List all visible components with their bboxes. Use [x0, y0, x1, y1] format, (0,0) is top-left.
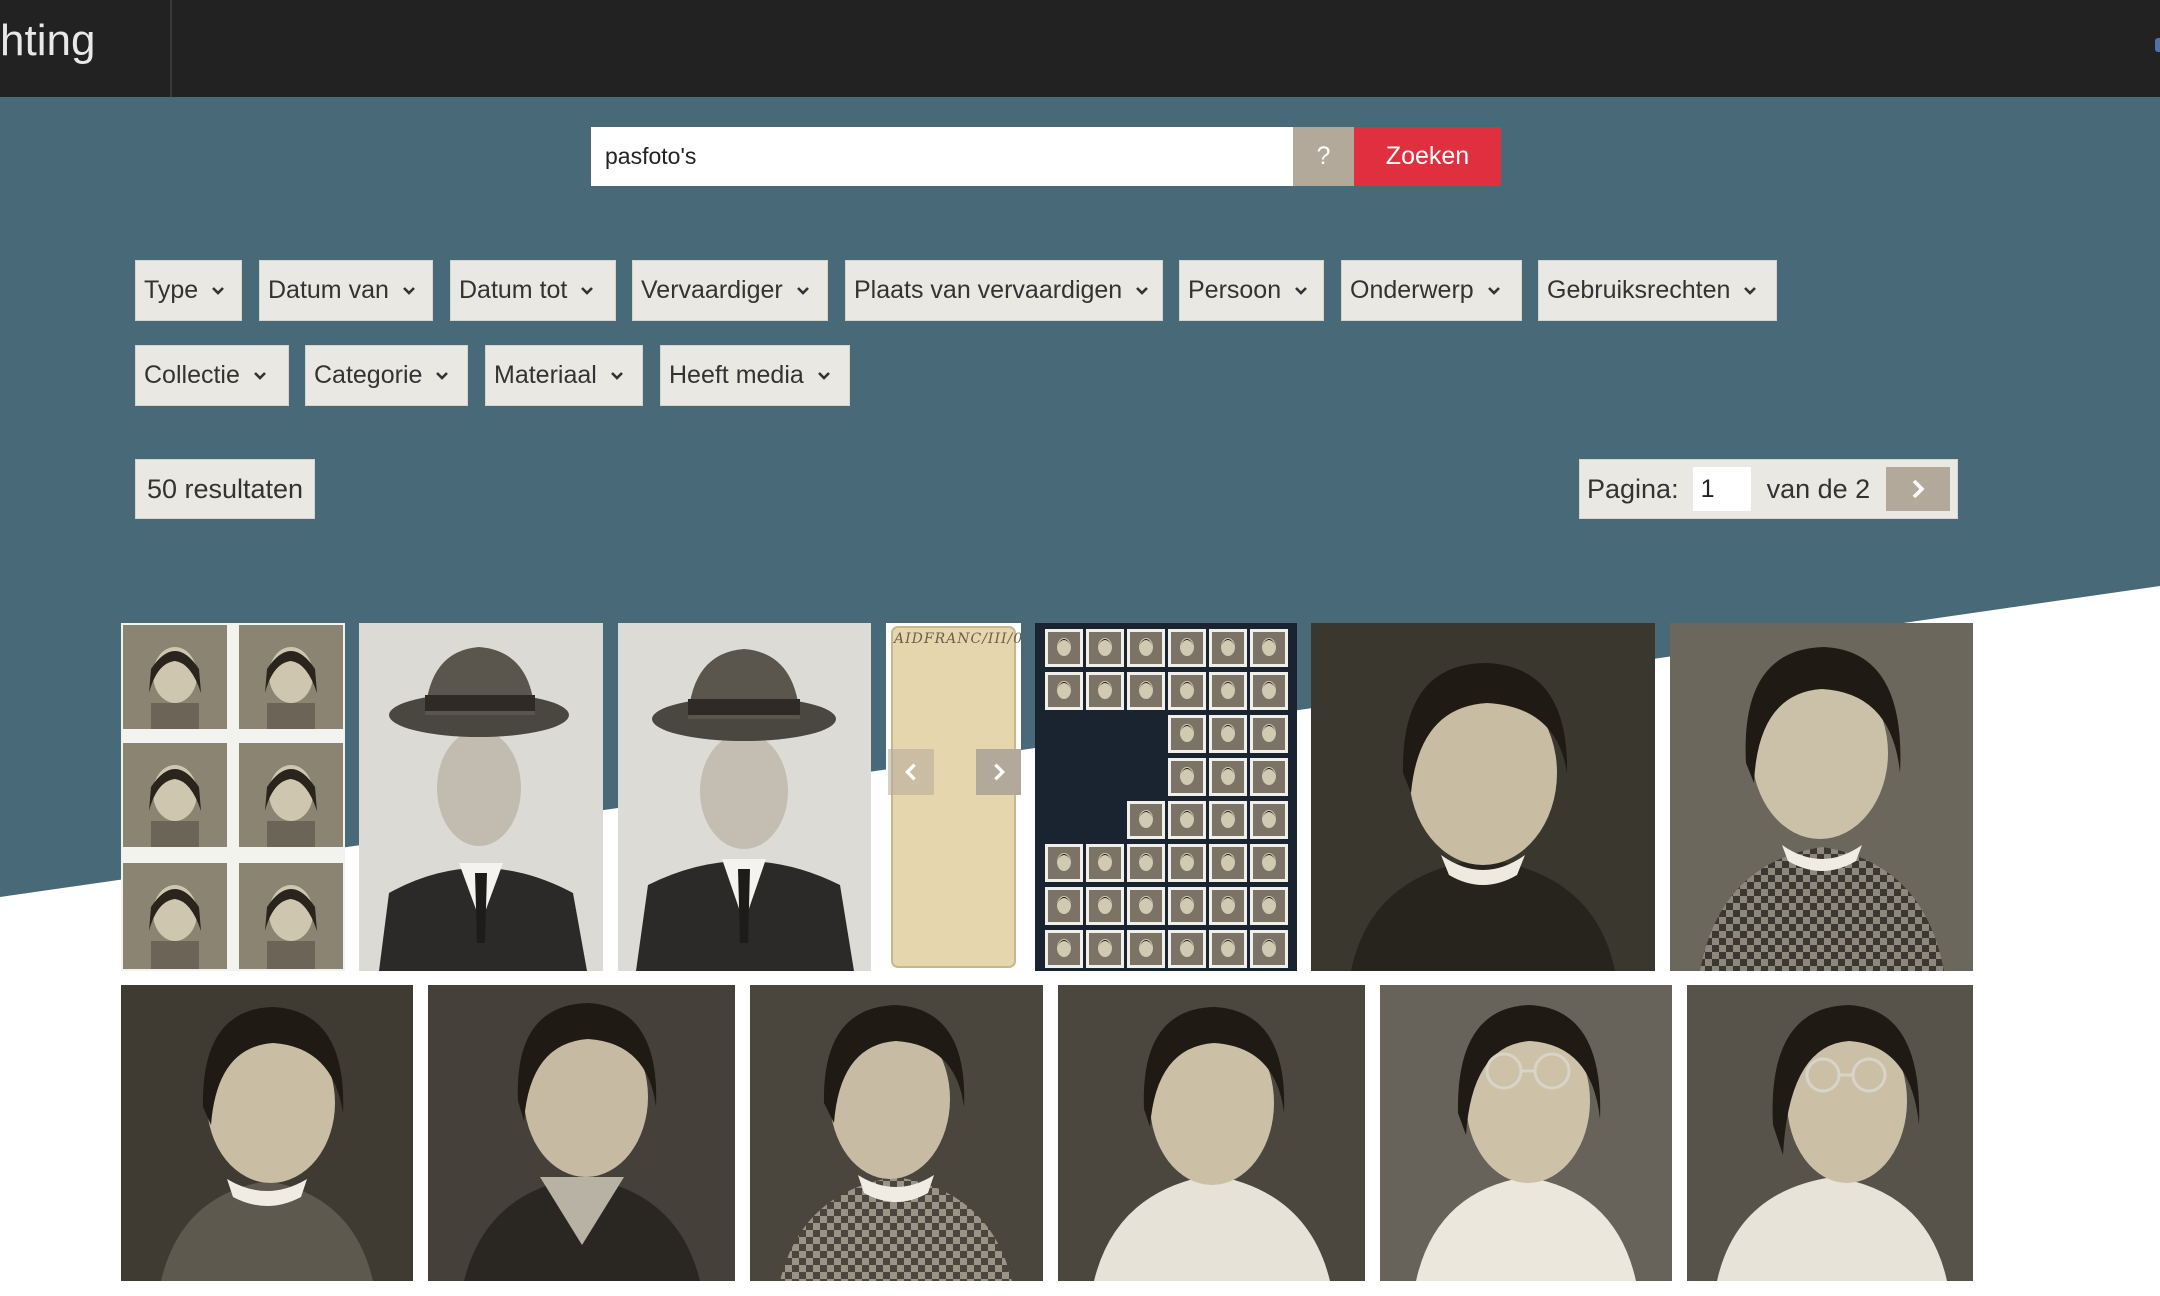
filter-label: Datum van [268, 276, 389, 304]
pagination-label: Pagina: [1587, 473, 1679, 504]
card-inscription: AIDFRANC/III/0004 [894, 631, 1021, 647]
search-help-button[interactable]: ? [1293, 127, 1354, 186]
filter-plaats-van-vervaardigen[interactable]: Plaats van vervaardigen [845, 260, 1163, 321]
chevron-down-icon [436, 371, 449, 380]
search-input[interactable] [591, 127, 1293, 186]
filter-label: Datum tot [459, 276, 568, 304]
filter-datum-van[interactable]: Datum van [259, 260, 433, 321]
chevron-down-icon [610, 371, 623, 380]
filter-materiaal[interactable]: Materiaal [485, 345, 643, 406]
search-submit-button[interactable]: Zoeken [1354, 127, 1501, 186]
result-thumbnail[interactable] [1311, 623, 1655, 971]
chevron-down-icon [1744, 286, 1757, 295]
result-thumbnail[interactable] [1380, 985, 1672, 1281]
filter-collectie[interactable]: Collectie [135, 345, 289, 406]
result-thumbnail[interactable] [1687, 985, 1973, 1281]
result-thumbnail[interactable] [1035, 623, 1297, 971]
chevron-down-icon [212, 286, 225, 295]
result-thumbnail[interactable] [121, 985, 413, 1281]
chevron-left-icon [904, 763, 916, 781]
filter-vervaardiger[interactable]: Vervaardiger [632, 260, 828, 321]
chevron-right-icon [1912, 479, 1925, 499]
filter-label: Persoon [1188, 276, 1282, 304]
result-thumbnail[interactable]: AIDFRANC/III/0004 [886, 623, 1021, 971]
filter-persoon[interactable]: Persoon [1179, 260, 1324, 321]
chevron-down-icon [796, 286, 809, 295]
next-page-button[interactable] [1886, 467, 1951, 511]
carousel-next-button[interactable] [976, 749, 1021, 795]
results-count: 50 resultaten [135, 459, 315, 519]
carousel-prev-button[interactable] [888, 749, 934, 795]
result-thumbnail[interactable] [121, 623, 345, 971]
chevron-down-icon [817, 371, 830, 380]
account-icon[interactable] [2155, 38, 2160, 52]
filter-gebruiksrechten[interactable]: Gebruiksrechten [1538, 260, 1777, 321]
filter-label: Materiaal [494, 361, 597, 389]
filter-label: Categorie [314, 361, 423, 389]
search-bar: ? Zoeken [591, 127, 1501, 186]
result-thumbnail[interactable] [618, 623, 871, 971]
result-thumbnail[interactable] [750, 985, 1043, 1281]
filter-label: Gebruiksrechten [1547, 276, 1731, 304]
page-total-label: van de 2 [1766, 473, 1871, 504]
filter-heeft-media[interactable]: Heeft media [660, 345, 850, 406]
filter-categorie[interactable]: Categorie [305, 345, 468, 406]
site-title[interactable]: hting [0, 16, 95, 66]
filter-onderwerp[interactable]: Onderwerp [1341, 260, 1522, 321]
filter-label: Plaats van vervaardigen [854, 276, 1123, 304]
pagination: Pagina: van de 2 [1579, 459, 1958, 519]
chevron-right-icon [994, 763, 1006, 781]
filter-label: Type [144, 276, 199, 304]
filter-datum-tot[interactable]: Datum tot [450, 260, 616, 321]
header-divider [170, 0, 172, 97]
result-thumbnail[interactable] [1058, 985, 1365, 1281]
chevron-down-icon [1295, 286, 1308, 295]
chevron-down-icon [1136, 286, 1149, 295]
chevron-down-icon [402, 286, 415, 295]
result-thumbnail[interactable] [359, 623, 603, 971]
filter-type[interactable]: Type [135, 260, 242, 321]
page-number-input[interactable] [1692, 467, 1751, 511]
filter-label: Onderwerp [1350, 276, 1474, 304]
result-thumbnail[interactable] [1670, 623, 1973, 971]
filter-label: Collectie [144, 361, 240, 389]
result-thumbnail[interactable] [428, 985, 735, 1281]
chevron-down-icon [581, 286, 594, 295]
filter-label: Vervaardiger [641, 276, 783, 304]
chevron-down-icon [1487, 286, 1500, 295]
filter-label: Heeft media [669, 361, 804, 389]
chevron-down-icon [253, 371, 266, 380]
top-bar: hting [0, 0, 2160, 97]
